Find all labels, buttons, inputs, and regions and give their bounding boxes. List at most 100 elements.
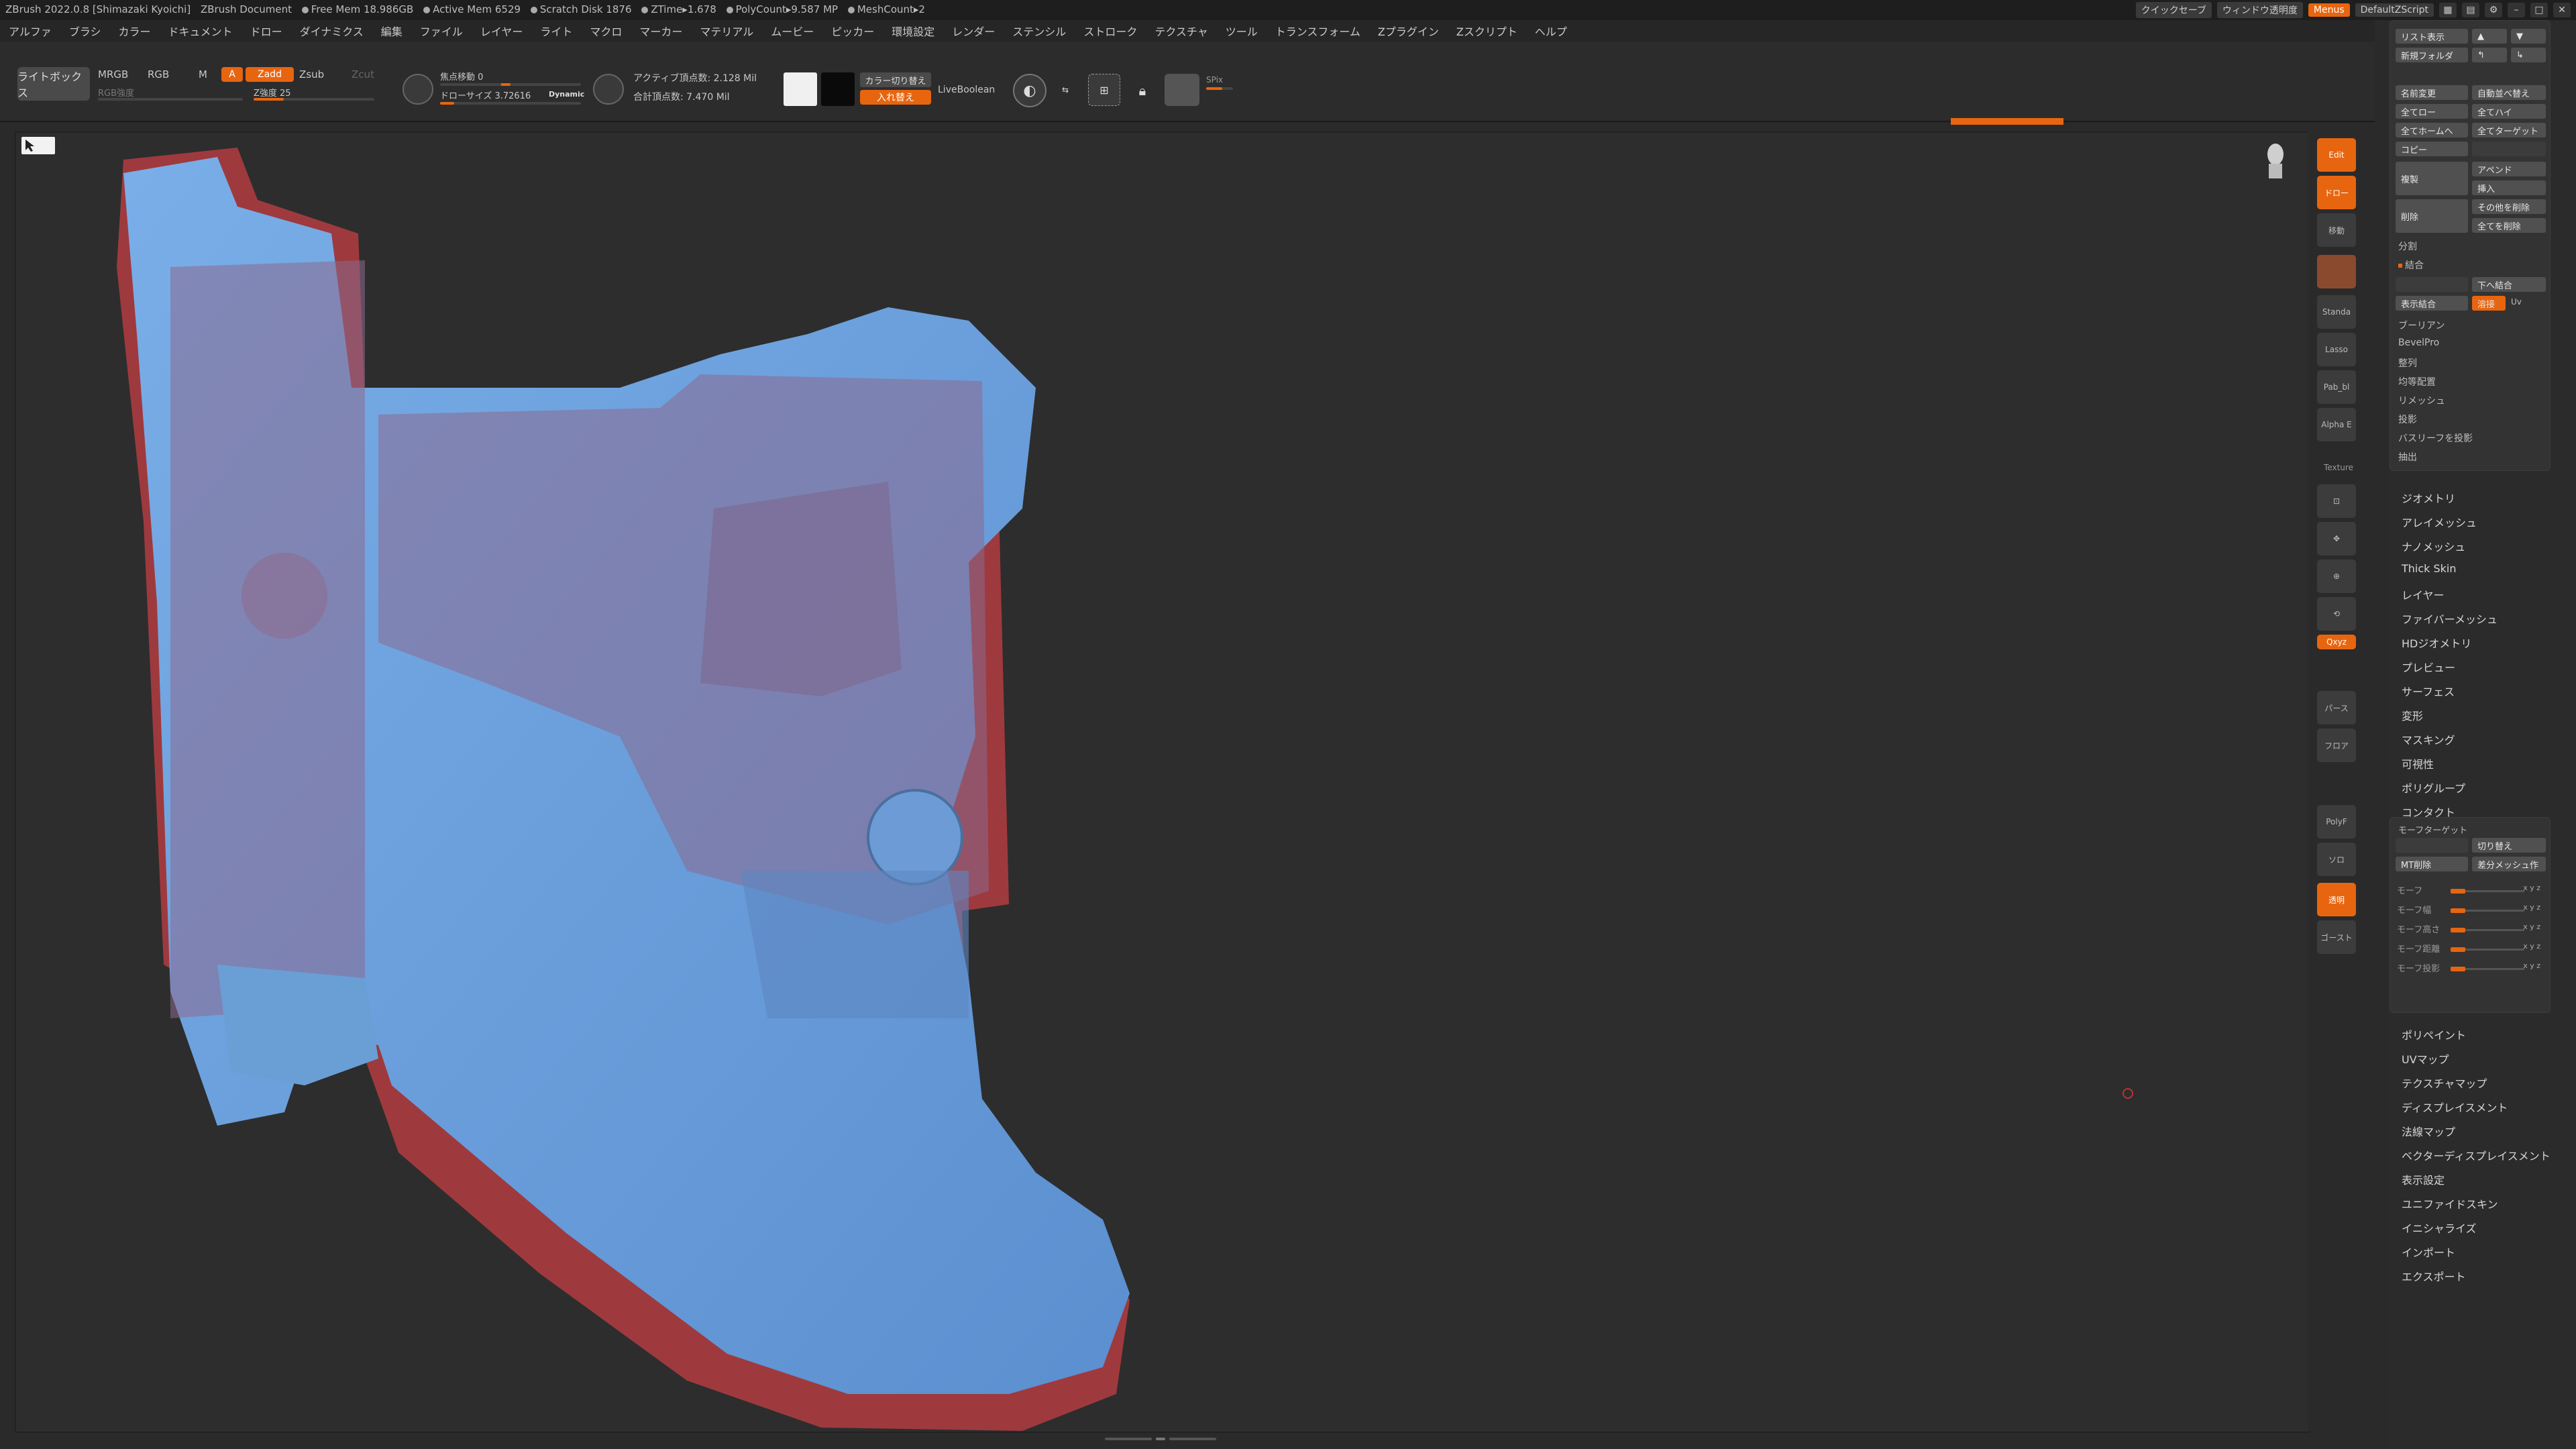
material-swatch-icon[interactable] <box>2317 255 2356 288</box>
solo-button[interactable]: ソロ <box>2317 843 2356 876</box>
xyz-toggle[interactable]: x y z <box>2523 942 2540 951</box>
morph-slider[interactable]: モーフ高さ x y z <box>2397 922 2543 936</box>
merge-down-button[interactable]: 下へ結合 <box>2472 277 2546 292</box>
insert-button[interactable]: 挿入 <box>2472 180 2546 195</box>
menu-item[interactable]: ファイル <box>411 23 472 39</box>
menu-item[interactable]: アルファ <box>0 23 60 39</box>
delete-other-button[interactable]: その他を削除 <box>2472 199 2546 214</box>
remesh-menu[interactable]: リメッシュ <box>2398 394 2445 407</box>
menu-item[interactable]: ムービー <box>762 23 822 39</box>
menu-item[interactable]: 環境設定 <box>883 23 943 39</box>
close-icon[interactable]: ✕ <box>2553 3 2571 17</box>
morph-slider-knob[interactable] <box>2451 908 2465 913</box>
project-bas-relief-menu[interactable]: バスリーフを投影 <box>2398 431 2473 445</box>
draw-size-slider[interactable] <box>440 102 581 105</box>
main-color-swatch[interactable] <box>784 72 817 106</box>
sculptris-icon[interactable]: ◐ <box>1013 74 1046 107</box>
rgb-intensity-slider[interactable] <box>98 98 243 101</box>
dynamic-button[interactable]: Dynamic <box>549 90 584 99</box>
spix-slider[interactable] <box>1206 87 1233 90</box>
tool-menu-item[interactable]: 可視性 <box>2402 755 2434 771</box>
tool-menu-item[interactable]: ファイバーメッシュ <box>2402 610 2498 627</box>
rotate-view-icon[interactable]: ⟲ <box>2317 597 2356 631</box>
maximize-icon[interactable]: □ <box>2530 3 2548 17</box>
morph-slider-knob[interactable] <box>2451 889 2465 894</box>
quicksave-button[interactable]: クイックセーブ <box>2135 2 2212 18</box>
list-show-button[interactable]: リスト表示 <box>2396 29 2468 44</box>
bottom-shelf-handle[interactable] <box>1093 1436 1228 1442</box>
store-mt-button[interactable] <box>2396 838 2468 853</box>
morph-slider[interactable]: モーフ幅 x y z <box>2397 903 2543 916</box>
xyz-toggle[interactable]: x y z <box>2523 903 2540 912</box>
matcap-button[interactable]: Pab_bl <box>2317 370 2356 404</box>
tool-menu-item[interactable]: 表示設定 <box>2402 1171 2445 1187</box>
menu-item[interactable]: ピッカー <box>822 23 883 39</box>
tool-menu-item[interactable]: ナノメッシュ <box>2402 538 2465 554</box>
tool-menu-item[interactable]: ベクターディスプレイスメント <box>2402 1147 2551 1163</box>
menu-item[interactable]: レイヤー <box>472 23 532 39</box>
tool-menu-item[interactable]: 法線マップ <box>2402 1123 2455 1139</box>
swap-color-button[interactable]: 入れ替え <box>860 90 931 105</box>
menu-item[interactable]: ツール <box>1217 23 1267 39</box>
move-view-icon[interactable]: ✥ <box>2317 522 2356 555</box>
lock-icon[interactable]: 🔒︎ <box>1128 76 1157 105</box>
menu-item[interactable]: ヘルプ <box>1526 23 1576 39</box>
frame-view-icon[interactable]: ⊡ <box>2317 484 2356 518</box>
m-button[interactable]: M <box>199 68 207 80</box>
viewport-canvas[interactable] <box>15 131 2310 1433</box>
standard-brush-button[interactable]: Standa <box>2317 295 2356 329</box>
tool-menu-item[interactable]: インポート <box>2402 1244 2455 1260</box>
new-folder-button[interactable]: 新規フォルダ <box>2396 48 2468 62</box>
project-menu[interactable]: 投影 <box>2398 413 2417 426</box>
lasso-button[interactable]: Lasso <box>2317 333 2356 366</box>
morph-slider-knob[interactable] <box>2451 928 2465 932</box>
copy-button[interactable]: コピー <box>2396 142 2468 156</box>
all-low-button[interactable]: 全てロー <box>2396 104 2468 119</box>
menu-item[interactable]: マーカー <box>631 23 691 39</box>
append-button[interactable]: アペンド <box>2472 162 2546 176</box>
menu-item[interactable]: ステンシル <box>1004 23 1075 39</box>
ghost-button[interactable]: ゴースト <box>2317 920 2356 954</box>
menu-item[interactable]: ドロー <box>241 23 291 39</box>
tool-menu-item[interactable]: アレイメッシュ <box>2402 514 2477 530</box>
tool-menu-item[interactable]: レイヤー <box>2402 586 2445 602</box>
color-switch-button[interactable]: カラー切り替え <box>860 72 931 87</box>
bevelpro-menu[interactable]: BevelPro <box>2398 337 2439 348</box>
menu-item[interactable]: ドキュメント <box>160 23 241 39</box>
delete-button[interactable]: 削除 <box>2396 199 2468 233</box>
minimize-icon[interactable]: – <box>2508 3 2525 17</box>
layout-icon[interactable]: ▦ <box>2439 3 2457 17</box>
morph-slider-knob[interactable] <box>2451 947 2465 952</box>
split-menu[interactable]: 分割 <box>2398 239 2417 253</box>
distribute-menu[interactable]: 均等配置 <box>2398 375 2436 388</box>
all-target-button[interactable]: 全てターゲット <box>2472 123 2546 138</box>
merge-menu[interactable]: 結合 <box>2398 258 2424 272</box>
tool-menu-item[interactable]: 変形 <box>2402 707 2423 723</box>
menu-item[interactable]: マクロ <box>581 23 631 39</box>
tool-menu-item[interactable]: ポリグループ <box>2402 780 2465 796</box>
edit-button[interactable]: Edit <box>2317 138 2356 172</box>
tool-menu-item[interactable]: UVマップ <box>2402 1051 2449 1067</box>
auto-sort-button[interactable]: 自動並べ替え <box>2472 85 2546 100</box>
mt-delete-button[interactable]: MT削除 <box>2396 857 2468 871</box>
alpha-button[interactable]: Alpha E <box>2317 408 2356 441</box>
tool-menu-item[interactable]: テクスチャマップ <box>2402 1075 2487 1091</box>
menu-item[interactable]: ブラシ <box>60 23 110 39</box>
a-button[interactable]: A <box>221 67 243 82</box>
tool-menu-item[interactable]: イニシャライズ <box>2402 1220 2477 1236</box>
morph-slider[interactable]: モーフ投影 x y z <box>2397 961 2543 975</box>
tool-menu-item[interactable]: Thick Skin <box>2402 562 2457 575</box>
menu-item[interactable]: テクスチャ <box>1146 23 1216 39</box>
up-arrow-icon[interactable]: ▲ <box>2472 29 2507 44</box>
layout2-icon[interactable]: ▤ <box>2462 3 2479 17</box>
default-script-button[interactable]: DefaultZScript <box>2355 3 2434 17</box>
draw-button[interactable]: ドロー <box>2317 176 2356 209</box>
navigation-head-icon[interactable] <box>2262 137 2289 184</box>
floor-button[interactable]: フロア <box>2317 729 2356 762</box>
zsub-button[interactable]: Zsub <box>299 68 324 80</box>
merge-visible-button[interactable]: 表示結合 <box>2396 296 2468 311</box>
morph-slider[interactable]: モーフ x y z <box>2397 883 2543 897</box>
tool-menu-item[interactable]: マスキング <box>2402 731 2455 747</box>
menu-item[interactable]: マテリアル <box>691 23 762 39</box>
switch-button[interactable]: 切り替え <box>2472 838 2546 853</box>
